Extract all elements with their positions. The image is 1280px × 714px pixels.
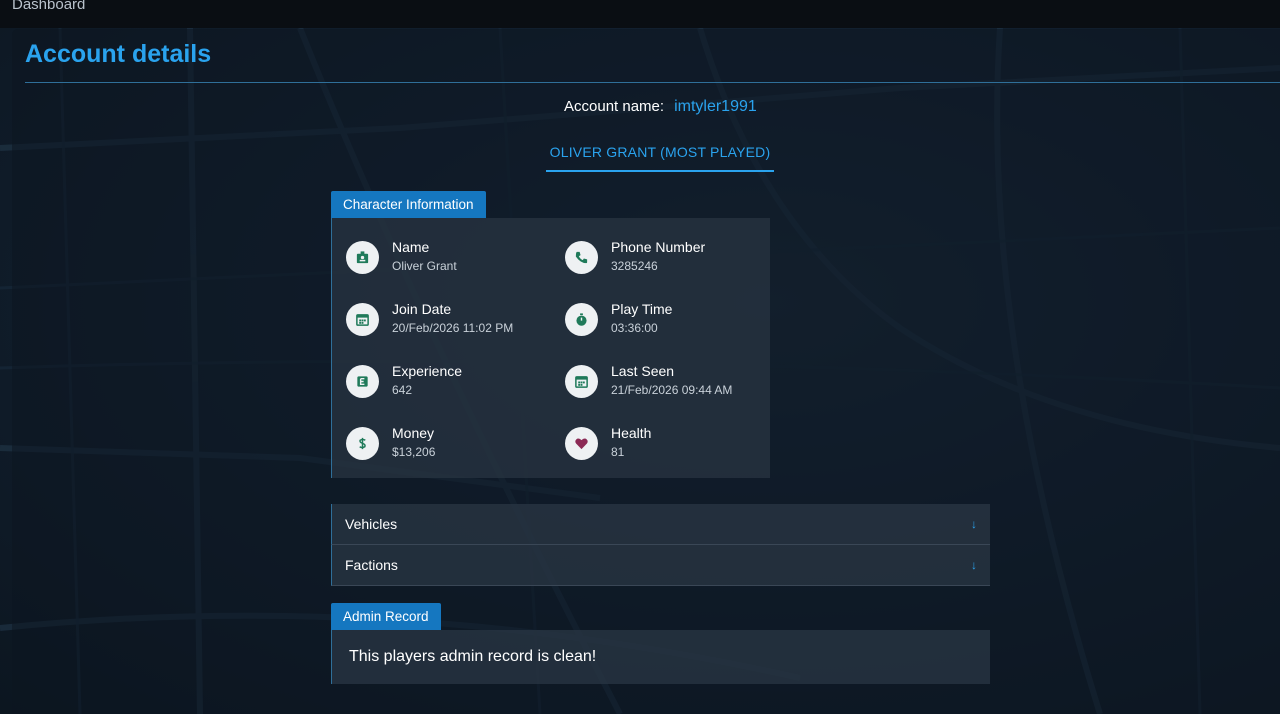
- account-name-value: imtyler1991: [674, 98, 757, 115]
- top-bar: Dashboard: [0, 0, 1280, 28]
- info-health-value: 81: [611, 445, 625, 459]
- info-name-title: Name: [392, 239, 430, 255]
- title-divider: [25, 82, 1280, 83]
- info-phone-title: Phone Number: [611, 239, 706, 255]
- info-money-title: Money: [392, 425, 435, 441]
- info-join-date: Join Date 20/Feb/2026 11:02 PM: [346, 300, 513, 337]
- vehicles-accordion[interactable]: Vehicles ↓: [331, 504, 990, 545]
- info-play-time: Play Time 03:36:00: [565, 300, 672, 337]
- factions-accordion[interactable]: Factions ↓: [331, 545, 990, 586]
- info-money: Money $13,206: [346, 424, 435, 461]
- info-health-title: Health: [611, 425, 652, 441]
- stopwatch-icon: [565, 303, 598, 336]
- info-last-seen-title: Last Seen: [611, 363, 675, 379]
- info-play-time-title: Play Time: [611, 301, 673, 317]
- admin-record-label: Admin Record: [331, 603, 441, 630]
- tab-character-oliver-grant[interactable]: OLIVER GRANT (MOST PLAYED): [546, 140, 774, 172]
- character-information-label: Character Information: [331, 191, 486, 218]
- breadcrumb[interactable]: Dashboard: [12, 0, 85, 13]
- info-join-date-title: Join Date: [392, 301, 452, 317]
- info-health: Health 81: [565, 424, 651, 461]
- info-play-time-value: 03:36:00: [611, 321, 658, 335]
- info-last-seen-value: 21/Feb/2026 09:44 AM: [611, 383, 733, 397]
- info-join-date-value: 20/Feb/2026 11:02 PM: [392, 321, 514, 335]
- id-badge-icon: [346, 241, 379, 274]
- info-experience-value: 642: [392, 383, 413, 397]
- page-title: Account details: [25, 40, 212, 68]
- info-phone-value: 3285246: [611, 259, 658, 273]
- character-information-card: Name Oliver Grant Phone Number 3285246 J…: [331, 218, 770, 478]
- calendar-icon: [565, 365, 598, 398]
- calendar-icon: [346, 303, 379, 336]
- admin-record-card: This players admin record is clean!: [331, 630, 990, 684]
- info-phone-number: Phone Number 3285246: [565, 238, 705, 275]
- account-name-row: Account name: imtyler1991: [564, 98, 757, 116]
- info-experience: Experience 642: [346, 362, 462, 399]
- info-last-seen: Last Seen 21/Feb/2026 09:44 AM: [565, 362, 732, 399]
- arrow-down-icon: ↓: [971, 517, 977, 531]
- info-money-value: $13,206: [392, 445, 436, 459]
- info-name-value: Oliver Grant: [392, 259, 457, 273]
- arrow-down-icon: ↓: [971, 558, 977, 572]
- dollar-icon: [346, 427, 379, 460]
- factions-accordion-label: Factions: [345, 557, 398, 573]
- admin-record-message: This players admin record is clean!: [349, 648, 597, 665]
- phone-icon: [565, 241, 598, 274]
- heart-icon: [565, 427, 598, 460]
- info-name: Name Oliver Grant: [346, 238, 457, 275]
- account-name-label: Account name:: [564, 98, 665, 115]
- info-experience-title: Experience: [392, 363, 463, 379]
- vehicles-accordion-label: Vehicles: [345, 516, 398, 532]
- experience-icon: [346, 365, 379, 398]
